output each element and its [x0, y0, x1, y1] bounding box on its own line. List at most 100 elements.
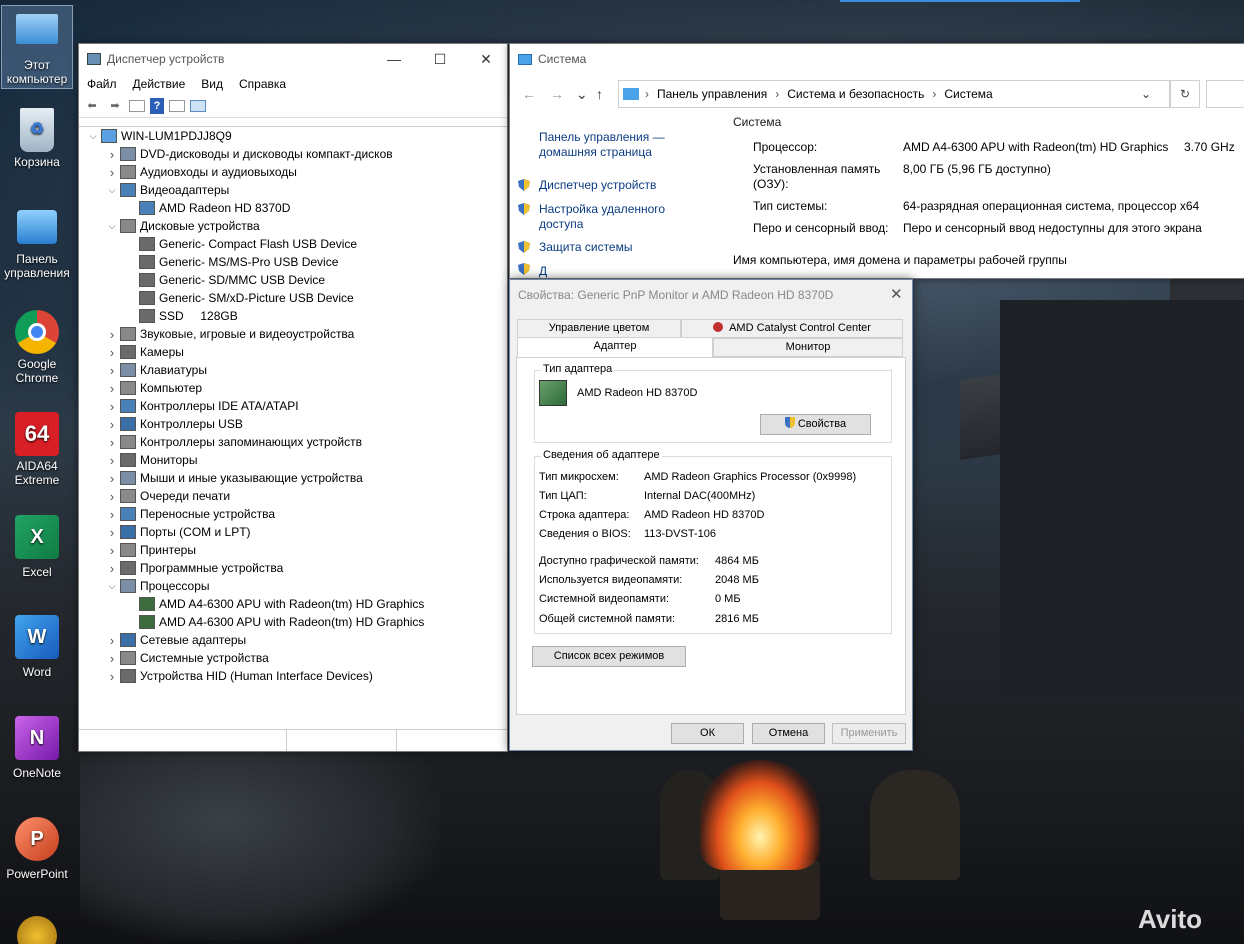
chevron-right-icon[interactable]: › — [106, 363, 118, 378]
back-arrow-icon[interactable]: ⬅ — [83, 98, 101, 114]
chevron-right-icon[interactable]: › — [106, 561, 118, 576]
scan-monitor-icon[interactable] — [190, 99, 206, 112]
tree-device[interactable]: Generic- MS/MS-Pro USB Device — [79, 253, 507, 271]
sidebar-home-link[interactable]: Панель управления — домашняя страница — [539, 130, 689, 160]
tree-category[interactable]: › DVD-дисководы и дисководы компакт-диско… — [79, 145, 507, 163]
desktop-icon-control-panel[interactable]: Панель управления — [2, 210, 72, 280]
tree-category[interactable]: › Контроллеры запоминающих устройств — [79, 433, 507, 451]
tree-category[interactable]: › Порты (COM и LPT) — [79, 523, 507, 541]
tree-category[interactable]: ⌵ Видеоадаптеры — [79, 181, 507, 199]
desktop-icon-powerpoint[interactable]: P PowerPoint — [2, 817, 72, 881]
tree-device[interactable]: Generic- SM/xD-Picture USB Device — [79, 289, 507, 307]
forward-icon[interactable]: → — [550, 86, 564, 102]
title-bar[interactable]: Диспетчер устройств — ☐ ✕ — [79, 44, 507, 74]
chevron-right-icon[interactable]: › — [106, 147, 118, 162]
minimize-button[interactable]: — — [371, 44, 417, 74]
tree-category[interactable]: › Принтеры — [79, 541, 507, 559]
chevron-right-icon[interactable]: › — [106, 345, 118, 360]
update-driver-icon[interactable] — [169, 99, 185, 112]
sidebar-system-protection-link[interactable]: Защита системы — [539, 240, 632, 255]
desktop-icon-excel[interactable]: X Excel — [2, 515, 72, 579]
tree-category[interactable]: › Аудиовходы и аудиовыходы — [79, 163, 507, 181]
tab-color-management[interactable]: Управление цветом — [517, 319, 681, 338]
tree-device[interactable]: AMD A4-6300 APU with Radeon(tm) HD Graph… — [79, 595, 507, 613]
properties-button[interactable]: Свойства — [760, 414, 871, 435]
back-icon[interactable]: ← — [522, 86, 536, 102]
chevron-right-icon[interactable]: › — [106, 543, 118, 558]
tree-category[interactable]: › Мыши и иные указывающие устройства — [79, 469, 507, 487]
tree-category[interactable]: › Звуковые, игровые и видеоустройства — [79, 325, 507, 343]
desktop-icon-this-pc[interactable]: Этот компьютер — [1, 5, 73, 89]
menu-file[interactable]: Файл — [79, 77, 125, 91]
search-input[interactable] — [1206, 80, 1244, 108]
tree-device[interactable]: Generic- Compact Flash USB Device — [79, 235, 507, 253]
tree-category[interactable]: › Системные устройства — [79, 649, 507, 667]
dropdown-icon[interactable]: ⌄ — [1141, 87, 1151, 101]
breadcrumb-item[interactable]: Система — [944, 87, 992, 101]
maximize-button[interactable]: ☐ — [417, 44, 463, 74]
menu-help[interactable]: Справка — [231, 77, 294, 91]
cancel-button[interactable]: Отмена — [752, 723, 825, 744]
address-bar[interactable]: › Панель управления › Система и безопасн… — [618, 80, 1170, 108]
sidebar-remote-settings-link[interactable]: Настройка удаленного доступа — [539, 202, 679, 232]
tree-category[interactable]: › Мониторы — [79, 451, 507, 469]
tab-amd-catalyst[interactable]: AMD Catalyst Control Center — [681, 319, 903, 338]
chevron-down-icon[interactable]: ⌵ — [106, 581, 118, 592]
tree-category[interactable]: › Клавиатуры — [79, 361, 507, 379]
tree-category[interactable]: › Камеры — [79, 343, 507, 361]
up-arrow-icon[interactable]: ↑ — [596, 86, 603, 102]
chevron-right-icon[interactable]: › — [106, 525, 118, 540]
breadcrumb-item[interactable]: Система и безопасность — [787, 87, 924, 101]
chevron-right-icon[interactable]: › — [106, 489, 118, 504]
chevron-right-icon[interactable]: › — [106, 381, 118, 396]
chevron-right-icon[interactable]: › — [106, 165, 118, 180]
properties-icon[interactable] — [129, 99, 145, 112]
menu-view[interactable]: Вид — [193, 77, 231, 91]
desktop-icon-aida64[interactable]: 64 AIDA64 Extreme — [2, 412, 72, 487]
sidebar-device-manager-link[interactable]: Диспетчер устройств — [539, 178, 656, 193]
help-icon[interactable]: ? — [150, 97, 164, 114]
desktop-icon-recycle-bin[interactable]: ♻ Корзина — [2, 108, 72, 169]
refresh-icon[interactable]: ↻ — [1170, 80, 1200, 108]
tree-category[interactable]: › Компьютер — [79, 379, 507, 397]
chevron-down-icon[interactable]: ⌵ — [106, 221, 118, 232]
tree-device[interactable]: AMD Radeon HD 8370D — [79, 199, 507, 217]
apply-button[interactable]: Применить — [832, 723, 906, 744]
chevron-down-icon[interactable]: ⌄ — [576, 86, 588, 103]
title-bar[interactable]: Система — [510, 44, 1244, 74]
chevron-right-icon[interactable]: › — [106, 507, 118, 522]
desktop-icon-word[interactable]: W Word — [2, 615, 72, 679]
chevron-right-icon[interactable]: › — [106, 651, 118, 666]
chevron-right-icon[interactable]: › — [106, 417, 118, 432]
chevron-down-icon[interactable]: ⌵ — [87, 131, 99, 142]
tree-category[interactable]: › Сетевые адаптеры — [79, 631, 507, 649]
tab-monitor[interactable]: Монитор — [713, 338, 903, 357]
sidebar-more-link[interactable]: Д — [539, 264, 547, 279]
tree-category[interactable]: ⌵ Дисковые устройства — [79, 217, 507, 235]
chevron-right-icon[interactable]: › — [106, 471, 118, 486]
tree-device[interactable]: AMD A4-6300 APU with Radeon(tm) HD Graph… — [79, 613, 507, 631]
tree-category[interactable]: ⌵ Процессоры — [79, 577, 507, 595]
tree-device[interactable]: Generic- SD/MMC USB Device — [79, 271, 507, 289]
forward-arrow-icon[interactable]: ➡ — [106, 98, 124, 114]
breadcrumb-item[interactable]: Панель управления — [657, 87, 767, 101]
menu-action[interactable]: Действие — [125, 77, 194, 91]
close-button[interactable]: ✕ — [890, 285, 903, 303]
desktop-icon-onenote[interactable]: N OneNote — [2, 716, 72, 780]
tab-adapter[interactable]: Адаптер — [517, 337, 713, 358]
chevron-right-icon[interactable]: › — [106, 327, 118, 342]
tree-category[interactable]: › Очереди печати — [79, 487, 507, 505]
tree-category[interactable]: › Устройства HID (Human Interface Devices… — [79, 667, 507, 685]
tree-category[interactable]: › Контроллеры USB — [79, 415, 507, 433]
tree-category[interactable]: › Программные устройства — [79, 559, 507, 577]
chevron-right-icon[interactable]: › — [106, 453, 118, 468]
chevron-right-icon[interactable]: › — [106, 633, 118, 648]
chevron-right-icon[interactable]: › — [106, 669, 118, 684]
ok-button[interactable]: ОК — [671, 723, 744, 744]
chevron-right-icon[interactable]: › — [106, 399, 118, 414]
chevron-right-icon[interactable]: › — [106, 435, 118, 450]
tree-root[interactable]: ⌵ WIN-LUM1PDJJ8Q9 — [79, 127, 507, 145]
chevron-down-icon[interactable]: ⌵ — [106, 185, 118, 196]
tree-device[interactable]: SSD 128GB — [79, 307, 507, 325]
close-button[interactable]: ✕ — [463, 44, 509, 74]
